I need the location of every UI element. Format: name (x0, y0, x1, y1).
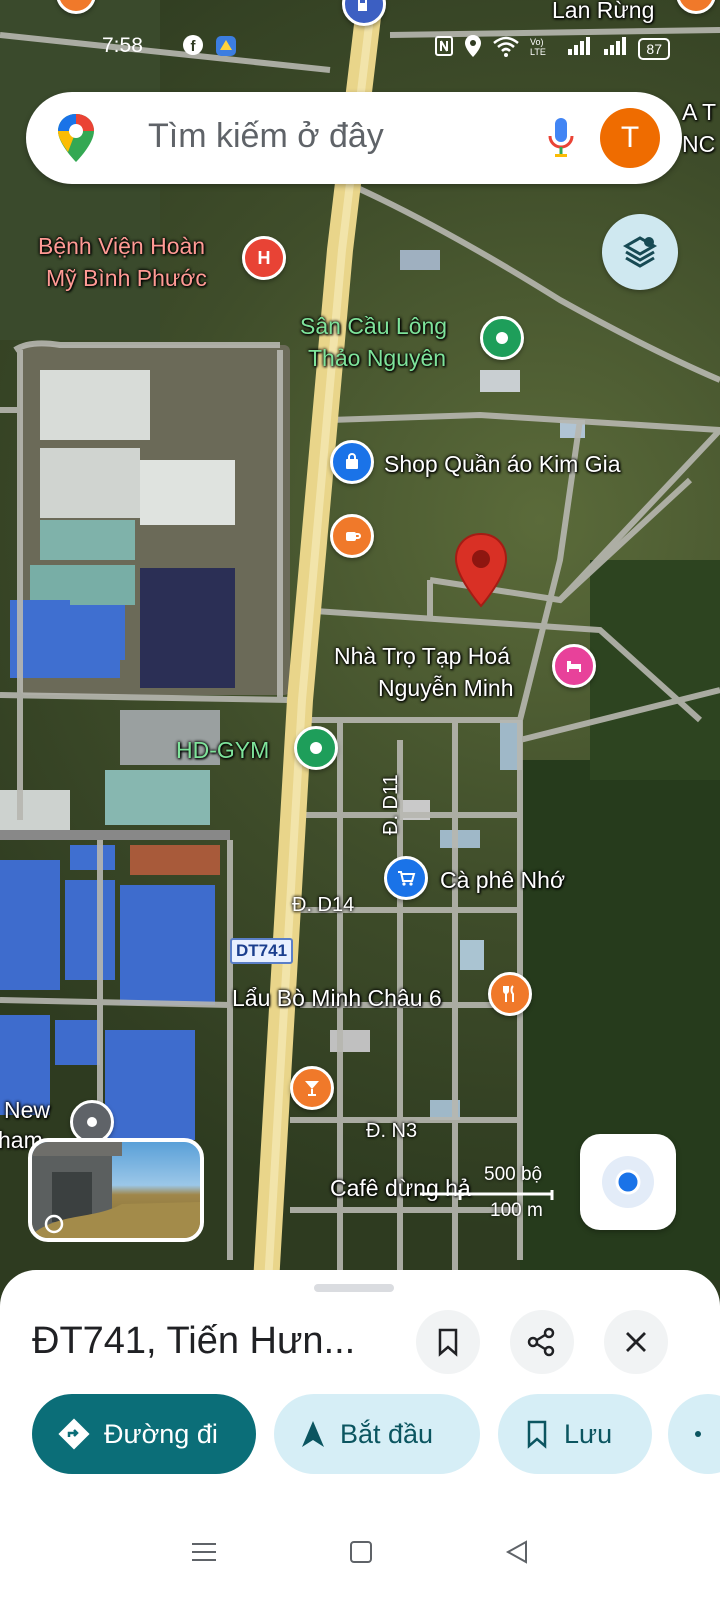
account-avatar[interactable]: T (600, 108, 660, 168)
place-bottom-sheet[interactable]: ĐT741, Tiến Hưn... Đường đi Bắt đầu Lưu (0, 1270, 720, 1600)
start-label: Bắt đầu (340, 1418, 434, 1449)
facebook-icon: f (182, 34, 204, 64)
cocktail-icon[interactable] (290, 1066, 334, 1110)
my-location-button[interactable] (580, 1134, 676, 1230)
scale-imperial: 500 bộ (484, 1164, 543, 1185)
svg-text:LTE: LTE (530, 47, 546, 57)
status-bar: 7:58 f Vo) LTE 87 (0, 24, 720, 72)
share-button[interactable] (510, 1310, 574, 1374)
sports-icon (294, 726, 338, 770)
bookmark-icon (527, 1420, 547, 1449)
restaurant-icon (488, 972, 532, 1016)
bookmark-icon (438, 1328, 458, 1357)
shopping-bag-icon (330, 440, 374, 484)
wifi-icon (492, 35, 520, 63)
system-navigation-bar (0, 1504, 720, 1600)
directions-label: Đường đi (104, 1418, 218, 1449)
street-view-thumbnail[interactable] (28, 1138, 204, 1242)
battery-indicator: 87 (638, 38, 670, 60)
sports-icon (480, 316, 524, 360)
share-icon (527, 1327, 555, 1357)
location-icon (464, 34, 482, 64)
status-time: 7:58 (102, 34, 143, 57)
google-maps-logo-icon (58, 114, 94, 162)
back-nav-icon[interactable] (504, 1539, 530, 1565)
nfc-icon (434, 35, 454, 63)
route-shield-dt741: DT741 (230, 938, 294, 964)
more-actions-button[interactable] (668, 1394, 720, 1474)
cart-icon (384, 856, 428, 900)
volte-icon: Vo) LTE (530, 35, 556, 63)
layers-button[interactable] (602, 214, 678, 290)
menu-nav-icon[interactable] (190, 1540, 218, 1564)
scale-metric: 100 m (490, 1200, 543, 1221)
street-view-image (32, 1142, 200, 1238)
save-icon-button[interactable] (416, 1310, 480, 1374)
selected-location-pin-icon[interactable] (452, 532, 510, 608)
more-icon (695, 1431, 701, 1437)
close-icon (626, 1332, 646, 1352)
map-label-right-edge: A T NC (682, 99, 717, 157)
save-button[interactable]: Lưu (498, 1394, 652, 1474)
drag-handle[interactable] (314, 1284, 394, 1292)
search-bar[interactable]: Tìm kiếm ở đây T (26, 92, 682, 184)
navigation-arrow-icon (302, 1421, 324, 1447)
map-label-lan-rung: Lan Rừng (552, 0, 655, 23)
directions-button[interactable]: Đường đi (32, 1394, 256, 1474)
svg-text:Vo): Vo) (530, 37, 544, 47)
microphone-icon[interactable] (546, 114, 576, 162)
road-label-n3: Đ. N3 (366, 1120, 418, 1142)
scale-bar (420, 1190, 554, 1200)
road-label-d11: Đ. D11 (380, 774, 402, 835)
coffee-cup-icon[interactable] (330, 514, 374, 558)
hospital-icon: H (242, 236, 286, 280)
map-scale: 500 bộ 100 m (420, 1164, 560, 1224)
signal-icon-1 (566, 35, 592, 63)
map-view[interactable]: Lan Rừng Bệnh Viện Hoàn Mỹ Bình Phước H … (0, 0, 720, 1300)
home-nav-icon[interactable] (348, 1539, 374, 1565)
close-button[interactable] (604, 1310, 668, 1374)
bed-icon (552, 644, 596, 688)
layers-icon (622, 236, 658, 268)
my-location-icon (602, 1156, 654, 1208)
start-button[interactable]: Bắt đầu (274, 1394, 480, 1474)
place-title: ĐT741, Tiến Hưn... (32, 1320, 356, 1362)
notification-app-icon (214, 34, 238, 64)
directions-icon (58, 1418, 90, 1450)
save-label: Lưu (564, 1418, 613, 1449)
svg-text:H: H (258, 248, 271, 268)
signal-icon-2 (602, 35, 628, 63)
search-input[interactable]: Tìm kiếm ở đây (148, 117, 384, 156)
road-label-d14: Đ. D14 (292, 894, 355, 916)
